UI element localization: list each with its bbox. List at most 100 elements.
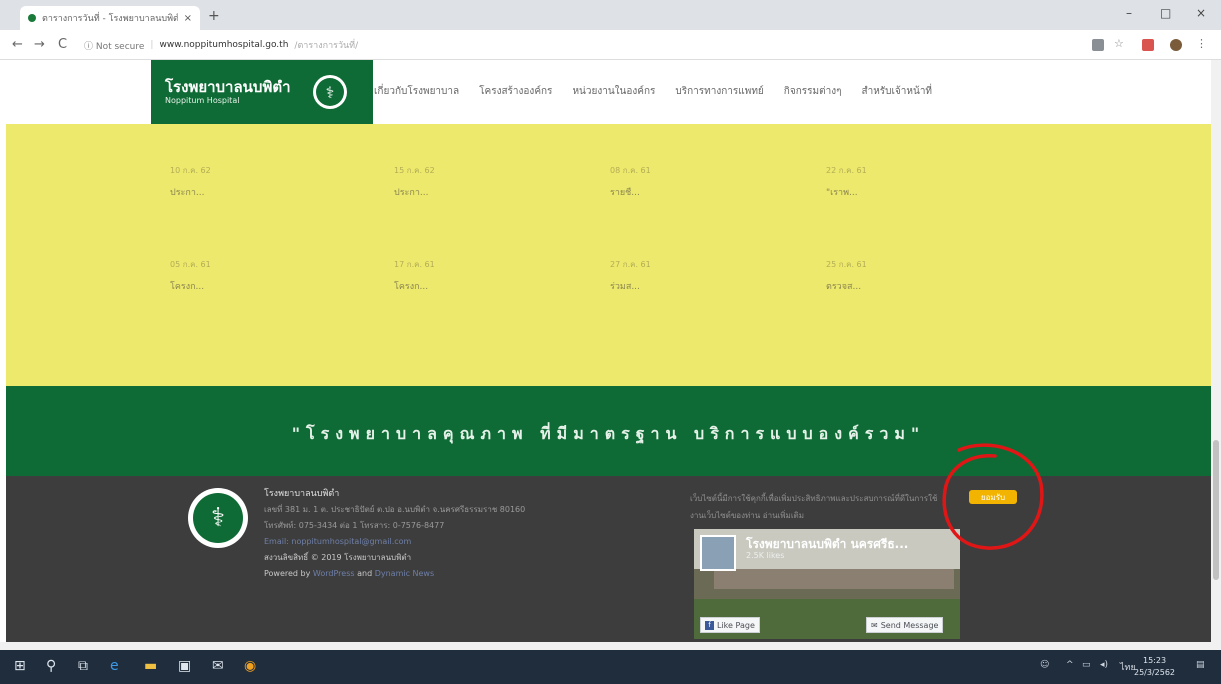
translate-icon[interactable] xyxy=(1092,39,1104,51)
nav-item-structure[interactable]: โครงสร้างองค์กร xyxy=(479,84,552,99)
browser-toolbar: ← → C ⓘ Not secure | www.noppitumhospita… xyxy=(0,30,1221,60)
clock-date: 25/3/2562 xyxy=(1134,668,1176,677)
fb-send-message-button[interactable]: ✉ Send Message xyxy=(866,617,944,633)
tray-expand-icon[interactable]: ^ xyxy=(1066,660,1074,670)
taskbar-clock[interactable]: 15:23 25/3/2562 xyxy=(1134,655,1175,679)
windows-start-icon[interactable]: ⊞ xyxy=(14,658,26,674)
news-item[interactable]: 15 ก.ค. 62 ประกา... xyxy=(394,164,435,199)
footer-powered-by: Powered by WordPress and Dynamic News xyxy=(264,566,525,582)
footer-hospital-name: โรงพยาบาลนบพิตำ xyxy=(264,489,340,499)
news-section: 10 ก.ค. 62 ประกา... 15 ก.ค. 62 ประกา... … xyxy=(6,124,1211,386)
url-path: /ตารางการวันที่/ xyxy=(294,41,359,51)
security-label[interactable]: ⓘ Not secure xyxy=(84,39,144,52)
news-item[interactable]: 17 ก.ค. 61 โครงก... xyxy=(394,258,435,293)
news-title[interactable]: ร่วมส... xyxy=(610,279,651,293)
news-title[interactable]: ประกา... xyxy=(170,185,211,199)
news-item[interactable]: 25 ก.ค. 61 ตรวจส... xyxy=(826,258,867,293)
notification-center-icon[interactable]: ▤ xyxy=(1196,660,1205,670)
powered-and: and xyxy=(357,569,373,578)
chrome-taskbar-icon[interactable]: ◉ xyxy=(244,658,256,674)
reload-button[interactable]: C xyxy=(58,37,67,52)
nav-item-services[interactable]: บริการทางการแพทย์ xyxy=(675,84,763,99)
nav-item-about[interactable]: เกี่ยวกับโรงพยาบาล xyxy=(374,84,459,99)
brand-name: โรงพยาบาลนบพิตำ xyxy=(165,78,291,96)
news-date: 27 ก.ค. 61 xyxy=(610,260,651,269)
news-item[interactable]: 10 ก.ค. 62 ประกา... xyxy=(170,164,211,199)
news-date: 15 ก.ค. 62 xyxy=(394,166,435,175)
address-bar[interactable]: ⓘ Not secure | www.noppitumhospital.go.t… xyxy=(84,35,1084,55)
site-brand[interactable]: โรงพยาบาลนบพิตำ Noppitum Hospital ⚕ xyxy=(151,60,373,124)
fb-like-label: Like Page xyxy=(717,620,755,630)
news-item[interactable]: 08 ก.ค. 61 รายชื... xyxy=(610,164,651,199)
nav-item-activities[interactable]: กิจกรรมต่างๆ xyxy=(784,84,842,99)
browser-tab-bar: ตารางการวันที่ - โรงพยาบาลนบพิตำ × + – □… xyxy=(0,0,1221,30)
browser-tab[interactable]: ตารางการวันที่ - โรงพยาบาลนบพิตำ × xyxy=(20,6,200,30)
site-header: โรงพยาบาลนบพิตำ Noppitum Hospital ⚕ เกี่… xyxy=(6,60,1211,131)
file-explorer-icon[interactable]: ▬ xyxy=(144,658,157,674)
minimize-button[interactable]: – xyxy=(1126,6,1132,20)
new-tab-button[interactable]: + xyxy=(208,8,220,24)
extension-icon[interactable] xyxy=(1142,39,1154,51)
ministry-logo-icon: ⚕ xyxy=(313,75,347,109)
news-date: 10 ก.ค. 62 xyxy=(170,166,211,175)
fb-cover-building xyxy=(714,569,954,589)
news-date: 22 ก.ค. 61 xyxy=(826,166,867,175)
footer-address: เลขที่ 381 ม. 1 ต. ประชาธิปัตย์ ต.ปอ อ.น… xyxy=(264,505,526,514)
facebook-icon: f xyxy=(705,620,714,630)
wordpress-link[interactable]: WordPress xyxy=(313,569,355,578)
back-button[interactable]: ← xyxy=(12,37,23,52)
news-title[interactable]: รายชื... xyxy=(610,185,651,199)
cookie-notice: เว็บไซต์นี้มีการใช้คุกกี้เพื่อเพิ่มประสิ… xyxy=(690,494,938,520)
store-icon[interactable]: ▣ xyxy=(178,658,191,674)
fb-like-page-button[interactable]: f Like Page xyxy=(700,617,760,633)
site-favicon-icon xyxy=(28,14,36,22)
forward-button[interactable]: → xyxy=(34,37,45,52)
powered-prefix: Powered by xyxy=(264,569,311,578)
news-item[interactable]: 22 ก.ค. 61 "เราพ... xyxy=(826,164,867,199)
edge-browser-icon[interactable]: e xyxy=(110,658,119,674)
news-title[interactable]: ประกา... xyxy=(394,185,435,199)
main-navigation: เกี่ยวกับโรงพยาบาล โครงสร้างองค์กร หน่วย… xyxy=(374,84,932,99)
tab-title: ตารางการวันที่ - โรงพยาบาลนบพิตำ xyxy=(42,14,178,24)
fb-message-label: Send Message xyxy=(880,620,939,630)
news-date: 25 ก.ค. 61 xyxy=(826,260,867,269)
theme-link[interactable]: Dynamic News xyxy=(375,569,434,578)
news-title[interactable]: ตรวจส... xyxy=(826,279,867,293)
vertical-scrollbar[interactable] xyxy=(1211,60,1221,642)
news-date: 17 ก.ค. 61 xyxy=(394,260,435,269)
horizontal-scrollbar[interactable] xyxy=(0,642,1221,650)
news-title[interactable]: "เราพ... xyxy=(826,185,867,199)
red-circle-annotation xyxy=(942,443,1044,550)
menu-dots-icon[interactable]: ⋮ xyxy=(1196,37,1208,50)
fb-page-likes: 2.5K likes xyxy=(746,551,785,560)
messenger-icon: ✉ xyxy=(871,620,878,630)
news-item[interactable]: 27 ก.ค. 61 ร่วมส... xyxy=(610,258,651,293)
footer-contact: โรงพยาบาลนบพิตำ เลขที่ 381 ม. 1 ต. ประชา… xyxy=(264,486,525,582)
fb-page-thumbnail[interactable] xyxy=(700,535,736,571)
footer-logo-icon: ⚕ xyxy=(188,488,248,548)
tab-close-icon[interactable]: × xyxy=(184,13,192,24)
network-icon[interactable]: ▭ xyxy=(1082,660,1091,670)
facebook-page-widget[interactable]: โรงพยาบาลนบพิตำ นครศรีธ... 2.5K likes f … xyxy=(694,529,960,639)
volume-icon[interactable]: ◂) xyxy=(1100,660,1108,670)
web-page: โรงพยาบาลนบพิตำ Noppitum Hospital ⚕ เกี่… xyxy=(6,60,1211,642)
task-view-icon[interactable]: ⧉ xyxy=(78,658,88,674)
scrollbar-thumb[interactable] xyxy=(1213,440,1219,580)
bookmark-star-icon[interactable]: ☆ xyxy=(1114,37,1126,50)
news-title[interactable]: โครงก... xyxy=(394,279,435,293)
maximize-button[interactable]: □ xyxy=(1160,6,1171,20)
profile-avatar[interactable] xyxy=(1170,39,1182,51)
search-icon[interactable]: ⚲ xyxy=(46,658,56,674)
news-date: 08 ก.ค. 61 xyxy=(610,166,651,175)
nav-item-units[interactable]: หน่วยงานในองค์กร xyxy=(572,84,655,99)
brand-subtitle: Noppitum Hospital xyxy=(165,96,240,105)
footer-email[interactable]: Email: noppitumhospital@gmail.com xyxy=(264,534,525,550)
windows-taskbar: ⊞ ⚲ ⧉ e ▬ ▣ ✉ ◉ ☺ ^ ▭ ◂) ไทย 15:23 25/3/… xyxy=(0,650,1221,684)
news-title[interactable]: โครงก... xyxy=(170,279,211,293)
nav-item-staff[interactable]: สำหรับเจ้าหน้าที่ xyxy=(861,84,932,99)
news-item[interactable]: 05 ก.ค. 61 โครงก... xyxy=(170,258,211,293)
news-date: 05 ก.ค. 61 xyxy=(170,260,211,269)
close-window-button[interactable]: × xyxy=(1196,6,1206,20)
mail-icon[interactable]: ✉ xyxy=(212,658,224,674)
people-icon[interactable]: ☺ xyxy=(1040,660,1049,670)
